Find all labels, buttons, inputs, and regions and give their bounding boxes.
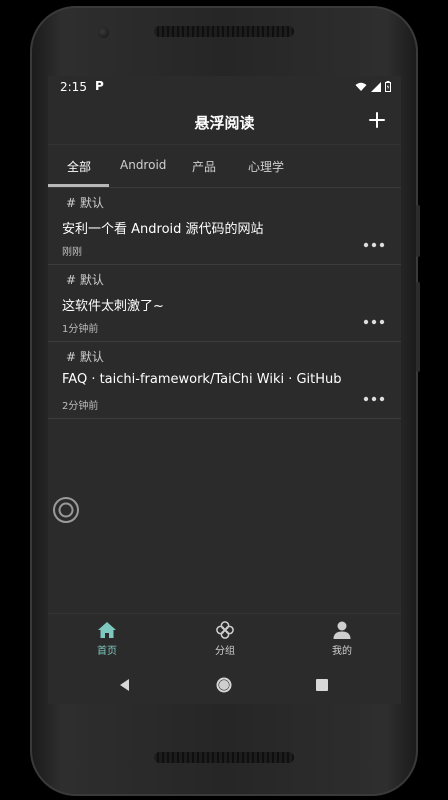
item-title: 安利一个看 Android 源代码的网站 (62, 222, 264, 237)
app-notification-icon: P (95, 79, 104, 93)
item-time: 刚刚 (62, 247, 82, 258)
tab-product[interactable]: 产品 (192, 158, 216, 175)
home-circle-icon[interactable] (214, 675, 234, 695)
item-time: 1分钟前 (62, 324, 99, 335)
group-icon (216, 621, 234, 639)
item-tag: # 默认 (66, 273, 104, 287)
tab-indicator (48, 184, 109, 187)
system-nav-bar (48, 666, 401, 704)
screen: 2:15 P 悬浮阅读 全部 Android 产品 心理学 # 默认 安利一个看… (48, 76, 401, 704)
status-bar: 2:15 P (48, 76, 401, 98)
more-icon[interactable] (363, 394, 385, 404)
battery-icon (385, 81, 391, 92)
item-title: 这软件太刺激了~ (62, 299, 164, 314)
list-item[interactable]: # 默认 FAQ · taichi-framework/TaiChi Wiki … (48, 342, 401, 419)
bottom-nav: 首页 分组 我的 (48, 613, 401, 666)
tab-android[interactable]: Android (120, 158, 166, 172)
list-item[interactable]: # 默认 安利一个看 Android 源代码的网站 刚刚 (48, 188, 401, 265)
bottom-speaker (154, 752, 294, 763)
add-icon[interactable] (365, 108, 389, 132)
person-icon (333, 621, 351, 639)
signal-icon (371, 81, 381, 92)
nav-profile[interactable]: 我的 (307, 621, 377, 657)
category-tabs: 全部 Android 产品 心理学 (48, 145, 401, 188)
wifi-icon (355, 82, 367, 91)
nav-group[interactable]: 分组 (190, 621, 260, 657)
item-tag: # 默认 (66, 196, 104, 210)
status-icons (355, 81, 391, 92)
volume-button (416, 282, 420, 372)
recents-icon[interactable] (312, 675, 332, 695)
status-time: 2:15 (60, 80, 87, 94)
list-item[interactable]: # 默认 这软件太刺激了~ 1分钟前 (48, 265, 401, 342)
top-speaker (154, 26, 294, 37)
article-list: # 默认 安利一个看 Android 源代码的网站 刚刚 # 默认 这软件太刺激… (48, 188, 401, 419)
page-title: 悬浮阅读 (194, 114, 255, 132)
app-bar: 悬浮阅读 (48, 98, 401, 145)
nav-home-label: 首页 (97, 646, 117, 657)
home-icon (98, 622, 116, 638)
power-button (416, 205, 420, 257)
more-icon[interactable] (363, 240, 385, 250)
front-camera (98, 27, 109, 38)
item-tag: # 默认 (66, 350, 104, 364)
tab-all[interactable]: 全部 (67, 158, 91, 175)
floating-ball-icon[interactable] (52, 496, 80, 524)
tab-psychology[interactable]: 心理学 (248, 158, 284, 175)
item-title: FAQ · taichi-framework/TaiChi Wiki · Git… (62, 372, 342, 387)
nav-group-label: 分组 (215, 646, 235, 657)
nav-home[interactable]: 首页 (72, 621, 142, 657)
item-time: 2分钟前 (62, 401, 99, 412)
nav-profile-label: 我的 (332, 646, 352, 657)
back-icon[interactable] (115, 675, 135, 695)
more-icon[interactable] (363, 317, 385, 327)
